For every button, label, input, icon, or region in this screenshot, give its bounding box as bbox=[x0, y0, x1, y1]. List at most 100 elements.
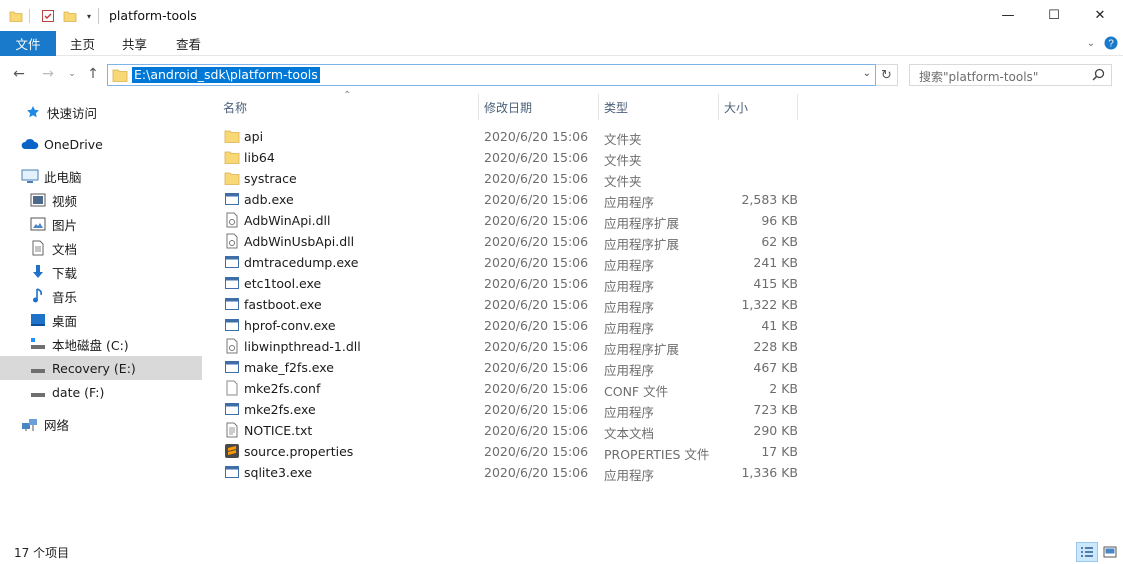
file-type: 应用程序 bbox=[604, 405, 655, 420]
file-type: 应用程序 bbox=[604, 363, 655, 378]
details-view-button[interactable] bbox=[1076, 542, 1098, 562]
help-icon[interactable]: ? bbox=[1103, 35, 1119, 51]
column-header-date[interactable]: 修改日期 bbox=[484, 94, 597, 120]
dll-icon bbox=[224, 233, 240, 249]
sidebar-item-onedrive[interactable]: OneDrive bbox=[0, 132, 202, 156]
file-row[interactable]: AdbWinUsbApi.dll 2020/6/20 15:06 应用程序扩展 62 … bbox=[221, 231, 801, 252]
folder-icon bbox=[224, 128, 240, 144]
file-name: hprof-conv.exe bbox=[244, 318, 336, 333]
sidebar-item-drive-f[interactable]: date (F:) bbox=[0, 380, 202, 404]
file-row[interactable]: dmtracedump.exe 2020/6/20 15:06 应用程序 241 KB bbox=[221, 252, 801, 273]
sidebar-item-drive-e[interactable]: Recovery (E:) bbox=[0, 356, 202, 380]
file-row[interactable]: mke2fs.exe 2020/6/20 15:06 应用程序 723 KB bbox=[221, 399, 801, 420]
file-row[interactable]: hprof-conv.exe 2020/6/20 15:06 应用程序 41 KB bbox=[221, 315, 801, 336]
minimize-button[interactable]: — bbox=[985, 0, 1031, 31]
column-divider[interactable] bbox=[718, 94, 719, 120]
file-row[interactable]: lib64 2020/6/20 15:06 文件夹 bbox=[221, 147, 801, 168]
search-box[interactable]: 搜索"platform-tools" bbox=[909, 64, 1112, 86]
customize-toolbar-dropdown-icon[interactable]: ▾ bbox=[83, 7, 95, 25]
file-type: 应用程序 bbox=[604, 300, 655, 315]
recent-locations-chevron-icon[interactable]: ⌄ bbox=[64, 66, 80, 82]
file-name: source.properties bbox=[244, 444, 354, 459]
file-modified-date: 2020/6/20 15:06 bbox=[484, 318, 589, 333]
sidebar-item-music[interactable]: 音乐 bbox=[0, 284, 202, 308]
file-type: 文本文档 bbox=[604, 426, 655, 441]
column-header-size[interactable]: 大小 bbox=[724, 94, 794, 120]
expand-ribbon-icon[interactable]: ⌄ bbox=[1083, 35, 1099, 51]
back-arrow-icon[interactable]: ← bbox=[11, 66, 27, 82]
download-icon bbox=[29, 264, 47, 280]
file-row[interactable]: systrace 2020/6/20 15:06 文件夹 bbox=[221, 168, 801, 189]
file-row[interactable]: make_f2fs.exe 2020/6/20 15:06 应用程序 467 KB bbox=[221, 357, 801, 378]
sidebar-item-pictures[interactable]: 图片 bbox=[0, 212, 202, 236]
sidebar-item-label: 图片 bbox=[52, 217, 78, 233]
new-folder-icon[interactable] bbox=[62, 7, 78, 25]
file-name: AdbWinApi.dll bbox=[244, 213, 331, 228]
maximize-button[interactable]: ☐ bbox=[1031, 0, 1077, 31]
sidebar-item-quick-access[interactable]: 快速访问 bbox=[0, 100, 202, 124]
properties-icon[interactable] bbox=[40, 7, 56, 25]
file-row[interactable]: mke2fs.conf 2020/6/20 15:06 CONF 文件 2 KB bbox=[221, 378, 801, 399]
column-header-type[interactable]: 类型 bbox=[604, 94, 717, 120]
file-row[interactable]: AdbWinApi.dll 2020/6/20 15:06 应用程序扩展 96 KB bbox=[221, 210, 801, 231]
file-row[interactable]: adb.exe 2020/6/20 15:06 应用程序 2,583 KB bbox=[221, 189, 801, 210]
forward-arrow-icon[interactable]: → bbox=[40, 66, 56, 82]
title-divider bbox=[98, 8, 99, 24]
sidebar-item-this-pc[interactable]: 此电脑 bbox=[0, 164, 202, 188]
file-size: 415 KB bbox=[753, 276, 798, 291]
search-icon[interactable] bbox=[1092, 68, 1105, 84]
exe-icon bbox=[224, 296, 240, 312]
file-size: 241 KB bbox=[753, 255, 798, 270]
file-name: sqlite3.exe bbox=[244, 465, 313, 480]
file-type: 应用程序 bbox=[604, 279, 655, 294]
column-divider[interactable] bbox=[797, 94, 798, 120]
file-row[interactable]: fastboot.exe 2020/6/20 15:06 应用程序 1,322 KB bbox=[221, 294, 801, 315]
file-row[interactable]: etc1tool.exe 2020/6/20 15:06 应用程序 415 KB bbox=[221, 273, 801, 294]
sidebar-item-desktop[interactable]: 桌面 bbox=[0, 308, 202, 332]
column-divider[interactable] bbox=[478, 94, 479, 120]
address-bar[interactable]: E:\android_sdk\platform-tools ⌄ bbox=[107, 64, 876, 86]
file-name: libwinpthread-1.dll bbox=[244, 339, 361, 354]
sidebar-item-drive-c[interactable]: 本地磁盘 (C:) bbox=[0, 332, 202, 356]
sidebar-item-videos[interactable]: 视频 bbox=[0, 188, 202, 212]
sidebar-item-documents[interactable]: 文档 bbox=[0, 236, 202, 260]
sidebar-item-downloads[interactable]: 下载 bbox=[0, 260, 202, 284]
drive-icon bbox=[29, 336, 47, 352]
file-row[interactable]: NOTICE.txt 2020/6/20 15:06 文本文档 290 KB bbox=[221, 420, 801, 441]
tab-view[interactable]: 查看 bbox=[176, 31, 201, 56]
file-name: adb.exe bbox=[244, 192, 294, 207]
file-row[interactable]: libwinpthread-1.dll 2020/6/20 15:06 应用程序扩展… bbox=[221, 336, 801, 357]
file-modified-date: 2020/6/20 15:06 bbox=[484, 297, 589, 312]
close-button[interactable]: ✕ bbox=[1077, 0, 1123, 31]
refresh-button[interactable]: ↻ bbox=[876, 64, 898, 86]
search-placeholder: 搜索"platform-tools" bbox=[919, 70, 1039, 84]
sidebar-item-label: Recovery (E:) bbox=[52, 360, 136, 376]
large-icons-view-button[interactable] bbox=[1099, 542, 1121, 562]
file-explorer-window: ▾ platform-tools — ☐ ✕ 文件 主页 共享 查看 ⌄ ? ←… bbox=[0, 0, 1123, 564]
file-modified-date: 2020/6/20 15:06 bbox=[484, 381, 589, 396]
navigation-pane: 快速访问 OneDrive 此电脑 视频 图片 文档 下载 音乐 桌面 本地磁盘… bbox=[0, 94, 205, 540]
sidebar-item-label: 此电脑 bbox=[44, 169, 82, 185]
file-row[interactable]: source.properties 2020/6/20 15:06 PROPERTI… bbox=[221, 441, 801, 462]
file-modified-date: 2020/6/20 15:06 bbox=[484, 276, 589, 291]
file-row[interactable]: sqlite3.exe 2020/6/20 15:06 应用程序 1,336 KB bbox=[221, 462, 801, 483]
column-divider[interactable] bbox=[598, 94, 599, 120]
column-header-name[interactable]: 名称 bbox=[223, 94, 476, 120]
tab-share[interactable]: 共享 bbox=[122, 31, 147, 56]
tab-home[interactable]: 主页 bbox=[70, 31, 95, 56]
up-arrow-icon[interactable]: ↑ bbox=[85, 66, 101, 82]
drive-icon bbox=[29, 384, 47, 400]
file-row[interactable]: api 2020/6/20 15:06 文件夹 bbox=[221, 126, 801, 147]
sidebar-item-label: 文档 bbox=[52, 241, 78, 257]
sidebar-item-label: 桌面 bbox=[52, 313, 78, 329]
file-modified-date: 2020/6/20 15:06 bbox=[484, 192, 589, 207]
address-path[interactable]: E:\android_sdk\platform-tools bbox=[132, 67, 320, 83]
desktop-icon bbox=[29, 312, 47, 328]
tab-file[interactable]: 文件 bbox=[0, 31, 56, 56]
ribbon-tabs: 文件 主页 共享 查看 ⌄ ? bbox=[0, 31, 1123, 56]
file-type: 应用程序扩展 bbox=[604, 216, 680, 231]
file-type: CONF 文件 bbox=[604, 384, 669, 399]
sidebar-item-network[interactable]: 网络 bbox=[0, 412, 202, 436]
sidebar-item-label: OneDrive bbox=[44, 136, 103, 152]
address-dropdown-chevron-icon[interactable]: ⌄ bbox=[863, 68, 871, 79]
